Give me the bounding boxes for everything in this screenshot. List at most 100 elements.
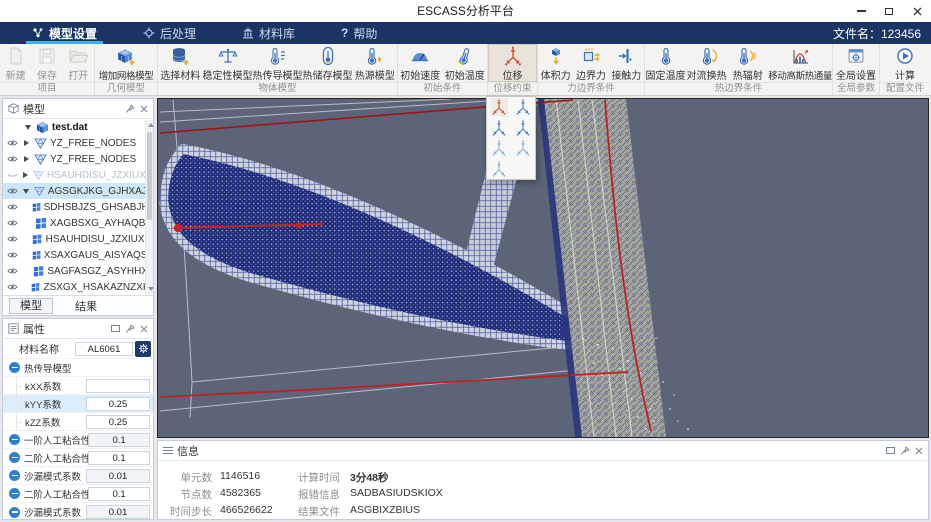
global-settings-button[interactable]: 全局设置 [833,44,879,82]
visibility-eye-icon[interactable] [7,203,18,211]
chevron-right-icon[interactable] [23,172,28,178]
tree-item[interactable]: SDHSBJZS_GHSABJHB_ZAHU [3,199,153,215]
contact-force-button[interactable]: 接触力 [609,44,644,82]
pin-icon[interactable] [125,104,135,114]
collapse-icon[interactable] [9,488,20,499]
collapse-icon[interactable] [9,434,20,445]
material-name-field[interactable]: AL6061 [75,342,133,356]
tree-root-item[interactable]: test.dat [3,119,153,135]
new-button[interactable]: 新建 [0,44,31,82]
visibility-eye-icon[interactable] [7,187,18,195]
tab-postprocess[interactable]: 后处理 [143,22,196,44]
add-mesh-model-button[interactable]: 增加网格模型 [95,44,157,82]
collapse-icon[interactable] [9,507,20,518]
select-material-button[interactable]: 选择材料 [158,44,203,82]
tab-model[interactable]: 模型 [9,298,53,314]
tree-item[interactable]: HSAUHDISU_JZXIUXHAHX [3,231,153,247]
maximize-button[interactable] [875,0,903,22]
visibility-eye-off-icon[interactable] [7,171,18,179]
kyy-field[interactable]: 0.25 [86,397,150,411]
chevron-down-icon[interactable] [23,189,29,194]
button-label: 增加网格模型 [99,68,154,82]
material-settings-button[interactable] [135,341,151,357]
displacement-type-icon[interactable] [491,139,508,157]
model-result-tabs: 模型 结果 [3,295,153,315]
chevron-right-icon[interactable] [24,156,29,162]
tree-item[interactable]: YZ_FREE_NODES [3,151,153,167]
tree-item-selected[interactable]: AGSGKJKG_GJHXAJKHXA [3,183,153,199]
kxx-field[interactable] [86,379,150,393]
scroll-up-icon[interactable] [148,123,154,127]
scrollbar-thumb[interactable] [147,132,152,220]
value-field[interactable]: 0.01 [86,505,150,519]
displacement-type-icon[interactable] [515,139,532,157]
tree-scrollbar[interactable] [145,120,153,294]
stability-model-button[interactable]: 稳定性模型 [203,44,253,82]
displacement-type-icon[interactable] [491,119,508,137]
open-button[interactable]: 打开 [63,44,94,82]
heat-conduction-button[interactable]: 热传导模型 [253,44,303,82]
close-panel-icon[interactable] [140,105,148,113]
close-panel-icon[interactable] [915,447,923,455]
close-button[interactable] [903,0,931,22]
tab-material-library[interactable]: 材料库 [242,22,295,44]
value-field[interactable]: 0.01 [86,469,150,483]
tree-item-label: YZ_FREE_NODES [50,154,136,165]
visibility-eye-icon[interactable] [7,155,19,163]
value-field[interactable]: 0.1 [88,487,150,501]
displacement-xyz-icon-selected[interactable] [491,98,508,116]
chevron-right-icon[interactable] [24,140,29,146]
field-label: 沙漏模式系数 [24,469,81,483]
save-button[interactable]: 保存 [31,44,62,82]
convection-button[interactable]: 对流换热 [686,44,727,82]
compute-button[interactable]: 计算 [880,44,930,82]
float-panel-icon[interactable] [111,325,120,332]
tree-item[interactable]: XSAXGAUS_AISYAQSH_ASHX [3,247,153,263]
visibility-eye-icon[interactable] [7,283,18,291]
property-group-row[interactable]: 热传导模型 [3,359,153,377]
float-panel-icon[interactable] [886,447,895,454]
visibility-eye-icon[interactable] [7,235,18,243]
tab-model-settings[interactable]: 模型设置 [32,22,97,44]
tree-item[interactable]: YZ_FREE_NODES [3,135,153,151]
displacement-button[interactable]: 位移 [488,44,537,82]
visibility-eye-icon[interactable] [7,219,19,227]
pin-icon[interactable] [125,324,135,334]
radiation-button[interactable]: 热辐射 [727,44,768,82]
close-panel-icon[interactable] [140,325,148,333]
moving-gauss-flux-button[interactable]: 移动高斯热通量 [768,44,832,82]
tree-item[interactable]: ZSXGX_HSAKAZNZXK_AMASX [3,279,153,295]
visibility-eye-icon[interactable] [7,251,18,259]
visibility-eye-icon[interactable] [7,139,19,147]
viewport-canvas[interactable] [158,99,928,437]
displacement-type-icon[interactable] [515,119,532,137]
pin-icon[interactable] [900,446,910,456]
body-force-button[interactable]: 体积力 [538,44,573,82]
visibility-eye-icon[interactable] [7,267,18,275]
fixed-temperature-button[interactable]: 固定温度 [645,44,686,82]
collapse-icon[interactable] [9,362,20,373]
tab-result[interactable]: 结果 [65,298,107,314]
kzz-field[interactable]: 0.25 [86,415,150,429]
stat-value: 3分48秒 [350,470,389,485]
value-field[interactable]: 0.1 [88,451,150,465]
heat-storage-button[interactable]: 热储存模型 [303,44,353,82]
compute-icon [895,46,915,66]
initial-temperature-button[interactable]: 初始温度 [443,44,488,82]
displacement-type-icon[interactable] [491,160,508,178]
collapse-icon[interactable] [9,470,20,481]
initial-velocity-button[interactable]: 初始速度 [398,44,443,82]
heat-source-button[interactable]: 热源模型 [353,44,398,82]
tree-item[interactable]: XAGBSXG_AYHAQBJ [3,215,153,231]
collapse-icon[interactable] [9,452,20,463]
boundary-force-button[interactable]: 边界力 [573,44,608,82]
minimize-button[interactable] [847,0,875,22]
tree-item[interactable]: SAGFASGZ_ASYHHXSN [3,263,153,279]
displacement-type-icon[interactable] [515,98,532,116]
value-field[interactable]: 0.1 [88,433,150,447]
scroll-down-icon[interactable] [148,287,154,291]
tree-item-hidden[interactable]: HSAUHDISU_JZXIUXHAHX [3,167,153,183]
viewport-3d[interactable] [157,98,929,438]
tab-help[interactable]: ? 帮助 [341,22,377,44]
chevron-down-icon[interactable] [25,125,31,130]
